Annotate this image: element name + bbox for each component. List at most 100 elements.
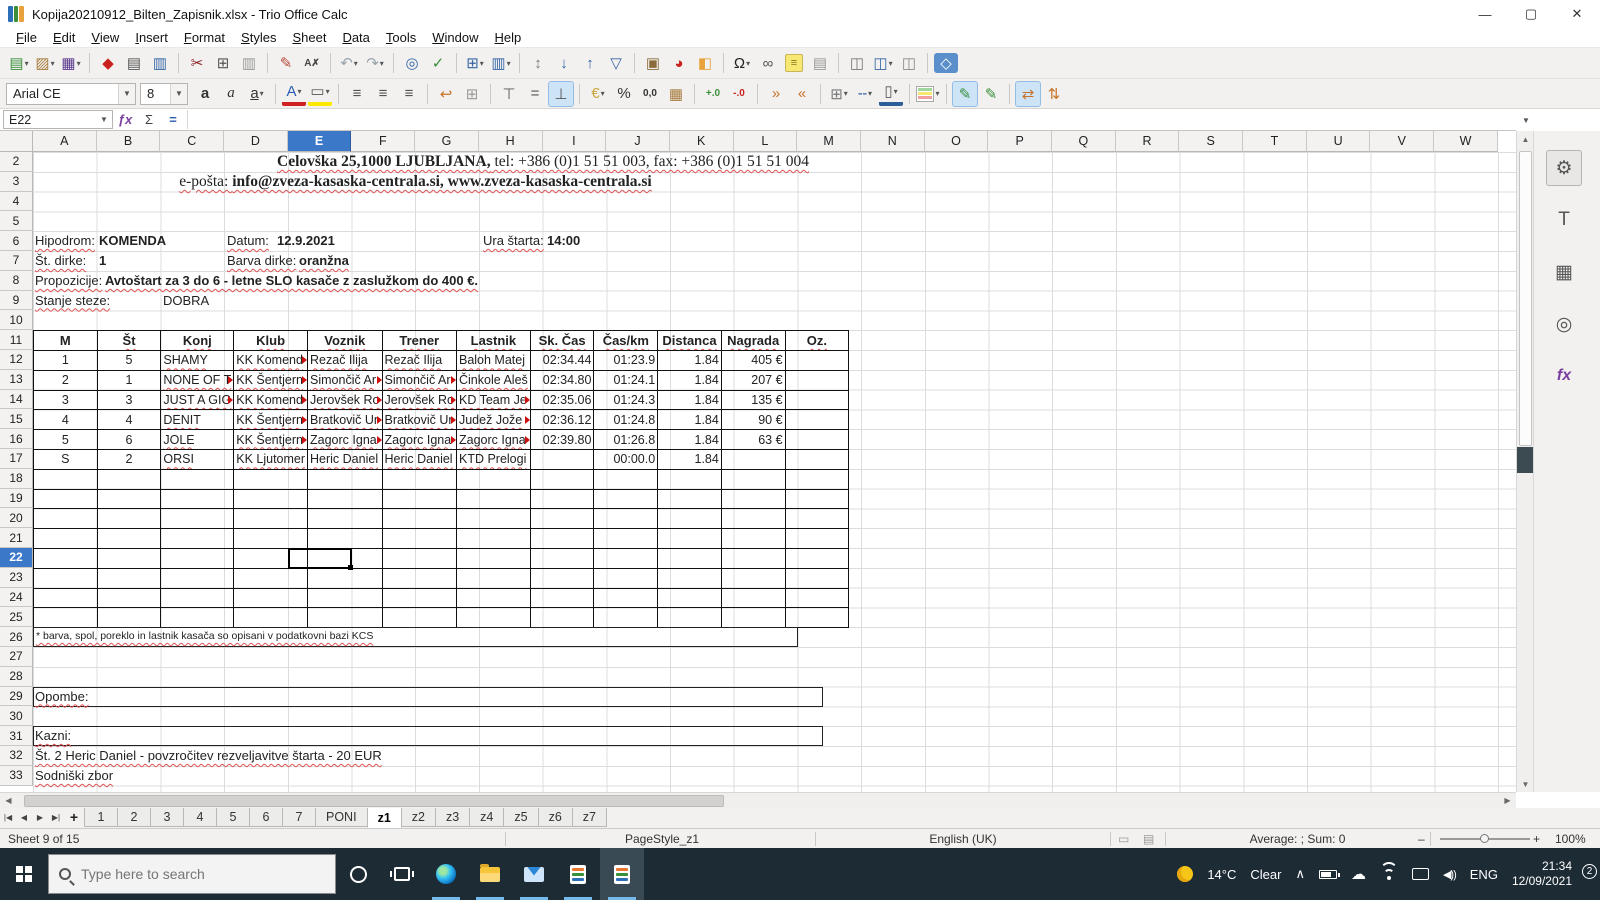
row-header-16[interactable]: 16 xyxy=(0,429,33,449)
cell[interactable]: KK Ljutomer xyxy=(233,448,309,470)
properties-panel-button[interactable]: ⚙ xyxy=(1546,150,1582,186)
cell[interactable] xyxy=(381,567,457,589)
cell[interactable] xyxy=(96,528,162,549)
currency-format-button[interactable]: € ▾ xyxy=(586,82,610,106)
comment-button[interactable]: ≡ xyxy=(785,54,803,72)
save-button[interactable]: ▦ ▾ xyxy=(59,51,83,75)
clear-formatting-button[interactable]: A✗ xyxy=(300,51,324,75)
cell[interactable]: 1.84 xyxy=(657,409,722,431)
cell[interactable]: 5 xyxy=(96,349,162,371)
cell[interactable] xyxy=(657,607,722,629)
underline-button[interactable]: a ▾ xyxy=(245,82,269,106)
row-header-19[interactable]: 19 xyxy=(0,488,33,509)
column-header-T[interactable]: T xyxy=(1243,131,1307,152)
chevron-down-icon[interactable]: ▾ xyxy=(380,59,384,68)
cell[interactable] xyxy=(160,508,235,530)
cell[interactable] xyxy=(529,508,595,530)
find-replace-button[interactable]: ◎ xyxy=(400,51,424,75)
row-header-18[interactable]: 18 xyxy=(0,468,33,489)
cell[interactable] xyxy=(529,547,595,569)
row-header-10[interactable]: 10 xyxy=(0,310,33,331)
sheet-tab-7[interactable]: 7 xyxy=(282,808,316,827)
cell[interactable]: NONE OF T xyxy=(160,369,235,391)
italic-button[interactable]: a xyxy=(219,82,243,106)
cell[interactable] xyxy=(233,488,309,510)
row-header-14[interactable]: 14 xyxy=(0,389,33,410)
zoom-level[interactable]: 100% xyxy=(1555,829,1586,849)
cell[interactable] xyxy=(529,587,595,609)
wrap-text-button[interactable]: ↩ xyxy=(434,82,458,106)
cell[interactable] xyxy=(96,587,162,609)
cell[interactable] xyxy=(720,468,786,490)
trio-office-calc-taskbar-button[interactable] xyxy=(600,848,644,900)
row-header-28[interactable]: 28 xyxy=(0,666,33,687)
paste-button[interactable]: ▥ xyxy=(237,51,261,75)
sort-ascending-button[interactable]: ↓ xyxy=(552,51,576,75)
cell[interactable]: KK Komend xyxy=(233,389,309,411)
trio-office-taskbar-button[interactable] xyxy=(556,848,600,900)
sheet-tab-6[interactable]: 6 xyxy=(249,808,283,827)
cell[interactable] xyxy=(233,587,309,609)
column-header-R[interactable]: R xyxy=(1115,131,1180,152)
cell[interactable] xyxy=(529,488,595,510)
special-character-button[interactable]: Ω ▾ xyxy=(730,51,754,75)
cell[interactable] xyxy=(160,587,235,609)
page-style-status[interactable]: PageStyle_z1 xyxy=(512,829,812,849)
cell[interactable] xyxy=(784,567,850,589)
clone-formatting-button[interactable]: ✎ xyxy=(274,51,298,75)
cell[interactable] xyxy=(307,508,383,530)
right-to-left-button[interactable]: ✎ xyxy=(979,82,1003,106)
cell[interactable]: SHAMY xyxy=(160,349,235,371)
chevron-down-icon[interactable]: ▾ xyxy=(844,89,848,98)
cell[interactable] xyxy=(784,607,850,629)
cell[interactable] xyxy=(307,587,383,609)
cell[interactable] xyxy=(160,567,235,589)
chevron-down-icon[interactable]: ▾ xyxy=(77,59,81,68)
column-header-E[interactable]: E xyxy=(287,131,352,152)
cell[interactable] xyxy=(720,607,786,629)
search-input[interactable] xyxy=(81,866,311,882)
row-header-9[interactable]: 9 xyxy=(0,290,33,311)
functions-panel-button[interactable]: fx xyxy=(1546,358,1582,394)
chevron-down-icon[interactable]: ▾ xyxy=(868,89,872,98)
column-header-K[interactable]: K xyxy=(669,131,734,152)
cell[interactable]: Rezač Ilija xyxy=(307,349,383,371)
cell[interactable]: 6 xyxy=(96,429,162,450)
cell[interactable] xyxy=(784,488,850,510)
results-table[interactable]: M Št Konj Klub Voznik Trener Lastnik Sk. Čas Čas… xyxy=(33,330,850,629)
cell[interactable] xyxy=(33,488,98,510)
cell[interactable]: 01:24.8 xyxy=(593,409,659,431)
language-indicator[interactable]: ENG xyxy=(1470,867,1498,882)
cell[interactable] xyxy=(657,587,722,609)
cell-area[interactable]: Celovška 25,1000 LJUBLJANA, tel: +386 (0… xyxy=(33,152,1516,792)
cell[interactable] xyxy=(96,567,162,589)
cell[interactable] xyxy=(720,587,786,609)
column-header-M[interactable]: M xyxy=(797,131,861,152)
add-decimal-button[interactable]: +.0 xyxy=(701,82,725,106)
cell[interactable] xyxy=(784,369,850,391)
start-button[interactable] xyxy=(0,848,48,900)
cell[interactable] xyxy=(381,547,457,569)
align-left-button[interactable]: ≡ xyxy=(345,82,369,106)
cell[interactable]: 01:23.9 xyxy=(593,349,659,371)
cell[interactable] xyxy=(160,547,235,569)
cell[interactable] xyxy=(307,528,383,549)
row-header-26[interactable]: 26 xyxy=(0,627,33,647)
spreadsheet-grid[interactable]: ABCDEFGHIJKLMNOPQRSTUVW 2 3 4 5 6 7 8 9 10 11 12 13… xyxy=(0,131,1516,792)
center-vertically-button[interactable]: = xyxy=(523,82,547,106)
cell[interactable] xyxy=(233,567,309,589)
clock[interactable]: 21:34 12/09/2021 xyxy=(1512,859,1572,889)
row-header-12[interactable]: 12 xyxy=(0,349,33,370)
cell[interactable]: Heric Daniel xyxy=(381,448,457,470)
cell[interactable] xyxy=(307,468,383,490)
print-button[interactable]: ▤ xyxy=(122,51,146,75)
chevron-down-icon[interactable]: ▾ xyxy=(480,59,484,68)
language-status[interactable]: English (UK) xyxy=(818,829,1108,849)
cell[interactable] xyxy=(593,587,659,609)
row-header-7[interactable]: 7 xyxy=(0,250,33,271)
cell[interactable] xyxy=(96,508,162,530)
sheet-tab-3[interactable]: 3 xyxy=(150,808,184,827)
cell[interactable]: KK Šentjern xyxy=(233,369,309,391)
select-all-corner[interactable] xyxy=(0,131,33,152)
column-header-N[interactable]: N xyxy=(860,131,925,152)
